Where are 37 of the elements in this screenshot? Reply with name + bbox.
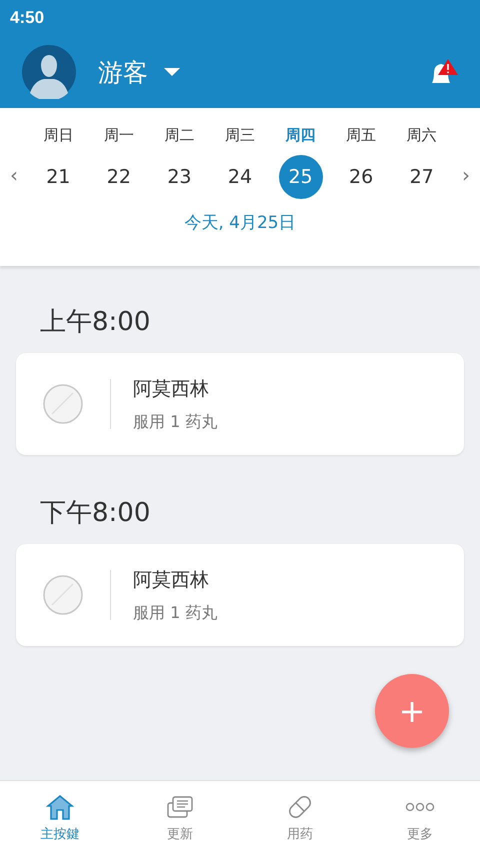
dose-card[interactable]: 阿莫西林 服用 1 药丸 <box>16 353 464 455</box>
tablet-icon <box>42 574 84 616</box>
date-button[interactable]: 26 <box>339 155 384 199</box>
date-button[interactable]: 23 <box>157 155 202 199</box>
date-button[interactable]: 27 <box>400 155 444 199</box>
date-button[interactable]: 25 <box>278 155 323 199</box>
dose-instruction: 服用 1 药丸 <box>133 412 218 432</box>
weekday-label: 周六 <box>406 126 437 145</box>
dose-instruction: 服用 1 药丸 <box>133 602 218 624</box>
weekday-label: 周日 <box>43 126 74 145</box>
time-heading: 下午8:00 <box>40 497 152 530</box>
caret-icon[interactable] <box>164 67 180 77</box>
nav-tab[interactable]: 更新 <box>120 781 240 855</box>
medication-name: 阿莫西林 <box>133 376 210 402</box>
home-icon <box>45 793 75 821</box>
weekday-label: 周二 <box>164 126 194 145</box>
time-heading: 上午8:00 <box>40 306 152 339</box>
tablet-icon <box>42 383 84 425</box>
next-week-button[interactable]: › <box>452 126 480 199</box>
weekday-label: 周三 <box>224 126 255 145</box>
previous-week-button[interactable]: ‹ <box>0 126 28 199</box>
avatar-icon[interactable] <box>22 45 76 99</box>
date-button[interactable]: 24 <box>218 155 262 199</box>
nav-tab[interactable]: 主按鍵 <box>0 781 120 855</box>
weekday-label: 周四 <box>286 126 316 145</box>
today-label: 今天, 4月25日 <box>183 212 297 234</box>
medication-name: 阿莫西林 <box>133 568 210 592</box>
date-button[interactable]: 21 <box>36 155 80 199</box>
add-button[interactable]: + <box>375 674 449 748</box>
nav-tab[interactable]: 更多 <box>360 781 480 855</box>
dose-card[interactable]: 阿莫西林 服用 1 药丸 <box>16 544 464 646</box>
weekday-label: 周一 <box>104 126 134 145</box>
date-button[interactable]: 22 <box>96 155 141 199</box>
status-time: 4:50 <box>10 8 44 28</box>
nav-tab[interactable]: 用药 <box>240 781 360 855</box>
weekday-label: 周五 <box>346 126 376 145</box>
user-name[interactable]: 游客 <box>98 56 148 88</box>
